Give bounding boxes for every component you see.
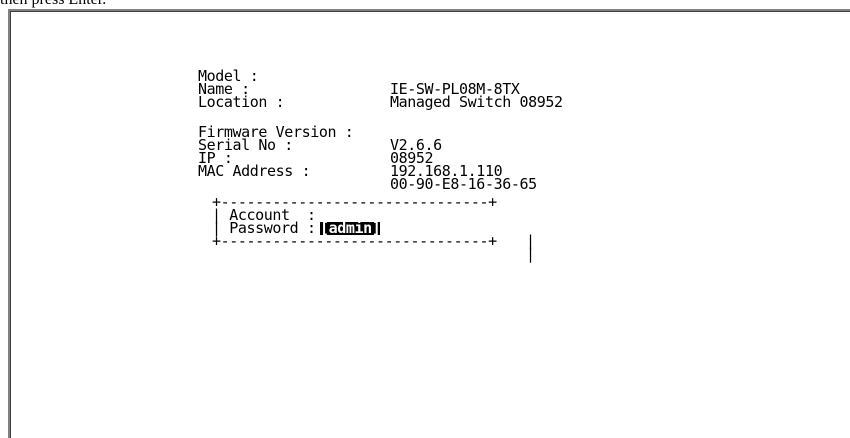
mac-value: 00-90-E8-16-36-65 <box>390 175 537 193</box>
mac-label: MAC Address : <box>198 162 311 180</box>
location-label: Location : <box>198 93 285 111</box>
password-right-edge: | <box>526 245 535 263</box>
page: then press Enter. Model : IE-SW-PL08M-8T… <box>0 0 850 438</box>
firmware-row: Firmware Version : V2.6.6 <box>0 113 442 153</box>
location-row: Location : <box>0 83 285 110</box>
mac-row: MAC Address : 00-90-E8-16-36-65 <box>0 152 537 192</box>
login-box-top-border: +-------------------------------+ <box>212 193 497 211</box>
terminal-window[interactable] <box>8 9 850 438</box>
instruction-caption: then press Enter. <box>0 0 106 9</box>
login-box-bottom-border: +-------------------------------+ <box>212 232 497 250</box>
name-value: Managed Switch 08952 <box>390 93 563 111</box>
password-row[interactable]: | Password : | <box>0 209 535 262</box>
account-row[interactable]: | Account : [admin] | <box>0 196 535 249</box>
ip-row: IP : 192.168.1.110 <box>0 139 503 179</box>
serial-row: Serial No : 08952 <box>0 126 434 166</box>
name-row: Name : Managed Switch 08952 <box>0 70 563 110</box>
model-row: Model : IE-SW-PL08M-8TX <box>0 57 520 97</box>
